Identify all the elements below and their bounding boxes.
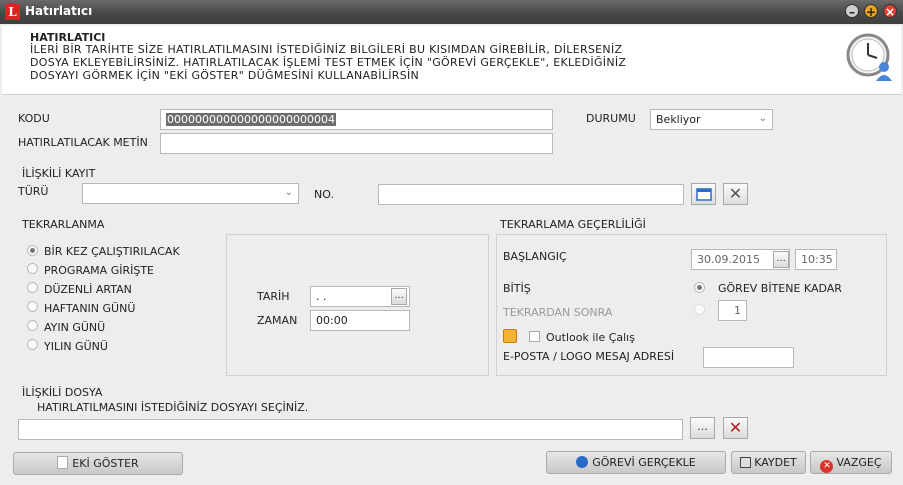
kaydet-button[interactable]: KAYDET — [731, 451, 806, 474]
eki-goster-label: EKİ GÖSTER — [72, 457, 139, 470]
radio-yilin-gunu[interactable] — [27, 339, 38, 350]
zaman-label: ZAMAN — [257, 314, 298, 327]
iliskili-dosya-title: İLİŞKİLİ DOSYA — [22, 386, 103, 399]
radio-duzenli-artan[interactable] — [27, 282, 38, 293]
calendar-lookup-icon — [695, 188, 712, 201]
tarih-picker-button[interactable]: ... — [391, 288, 407, 305]
outlook-label: Outlook ile Çalış — [546, 331, 635, 344]
gorev-bitene-kadar-label: GÖREV BİTENE KADAR — [718, 282, 842, 295]
baslangic-date-value: 30.09.2015 — [697, 253, 760, 266]
outlook-checkbox[interactable] — [529, 331, 540, 342]
radio-bir-kez[interactable] — [27, 245, 38, 256]
kodu-value: 000000000000000000000004 — [166, 113, 336, 126]
durumu-label: DURUMU — [586, 112, 636, 125]
gecerlilik-title: TEKRARLAMA GEÇERLİLİĞİ — [500, 218, 646, 231]
turu-label: TÜRÜ — [18, 185, 49, 198]
tarih-label: TARİH — [257, 290, 290, 303]
tekrarlanma-title: TEKRARLANMA — [22, 218, 105, 231]
tekrardan-sonra-input[interactable]: 1 — [718, 300, 747, 321]
dosya-input[interactable] — [18, 419, 683, 440]
durumu-value: Bekliyor — [656, 113, 701, 126]
kodu-input[interactable]: 000000000000000000000004 — [160, 109, 553, 130]
window-title: Hatırlatıcı — [25, 4, 93, 18]
record-lookup-button[interactable] — [691, 183, 716, 205]
vazgec-button[interactable]: ✕ VAZGEÇ — [810, 451, 892, 474]
chevron-down-icon: ⌄ — [284, 187, 293, 198]
header-line-3: DOSYAYI GÖRMEK İÇİN "EKİ GÖSTER" DÜĞMESİ… — [30, 69, 420, 82]
app-logo-icon: L — [5, 4, 20, 20]
vazgec-label: VAZGEÇ — [836, 456, 882, 469]
header-line-1: İLERİ BİR TARİHTE SİZE HATIRLATILMASINI … — [30, 43, 623, 56]
iliskili-kayit-title: İLİŞKİLİ KAYIT — [22, 167, 96, 180]
dosya-browse-button[interactable]: ... — [690, 417, 715, 439]
eposta-input[interactable] — [703, 347, 794, 368]
save-disk-icon — [740, 457, 752, 468]
gorevi-gercekle-label: GÖREVİ GERÇEKLE — [592, 456, 696, 469]
radio-ayin-gunu[interactable] — [27, 320, 38, 331]
no-label: NO. — [314, 188, 334, 201]
turu-select[interactable]: ⌄ — [82, 183, 299, 204]
option-bir-kez: BİR KEZ ÇALIŞTIRILACAK — [44, 245, 180, 258]
option-duzenli-artan: DÜZENLİ ARTAN — [44, 283, 132, 296]
option-yilin-gunu: YILIN GÜNÜ — [44, 340, 108, 353]
metin-label: HATIRLATILACAK METİN — [18, 136, 148, 149]
outlook-clock-icon — [503, 329, 517, 343]
eki-goster-button[interactable]: EKİ GÖSTER — [13, 452, 183, 475]
option-haftanin-gunu: HAFTANIN GÜNÜ — [44, 302, 136, 315]
execute-globe-icon — [576, 456, 589, 468]
header-line-2: DOSYA EKLEYEBİLİRSİNİZ. HATIRLATILACAK İ… — [30, 56, 627, 69]
info-header: HATIRLATICI İLERİ BİR TARİHTE SİZE HATIR… — [2, 26, 901, 95]
baslangic-label: BAŞLANGIÇ — [503, 250, 567, 263]
clear-x-icon: ✕ — [728, 418, 743, 437]
option-ayin-gunu: AYIN GÜNÜ — [44, 321, 106, 334]
document-icon — [57, 456, 69, 469]
baslangic-time-input[interactable]: 10:35 — [795, 249, 837, 270]
clear-record-button[interactable]: ✕ — [723, 183, 748, 205]
reminder-clock-icon — [846, 33, 892, 81]
kodu-label: KODU — [18, 112, 50, 125]
maximize-icon[interactable]: + — [864, 4, 878, 19]
option-programa-giriste: PROGRAMA GİRİŞTE — [44, 264, 154, 277]
iliskili-dosya-hint: HATIRLATILMASINI İSTEDİĞİNİZ DOSYAYI SEÇ… — [37, 401, 309, 414]
radio-haftanin-gunu[interactable] — [27, 301, 38, 312]
eposta-label: E-POSTA / LOGO MESAJ ADRESİ — [503, 350, 675, 363]
close-icon[interactable]: × — [883, 4, 897, 19]
title-bar: L Hatırlatıcı – + × — [0, 0, 903, 24]
kaydet-label: KAYDET — [754, 456, 797, 469]
chevron-down-icon: ⌄ — [758, 113, 767, 124]
tekrardan-sonra-label: TEKRARDAN SONRA — [503, 306, 613, 319]
radio-tekrardan-sonra[interactable] — [694, 304, 705, 315]
cancel-icon: ✕ — [820, 460, 834, 473]
clear-x-icon: ✕ — [728, 184, 743, 203]
zaman-input[interactable]: 00:00 — [310, 310, 410, 331]
metin-input[interactable] — [160, 133, 553, 154]
no-input[interactable] — [378, 184, 684, 205]
durumu-select[interactable]: Bekliyor ⌄ — [650, 109, 773, 130]
bitis-label: BİTİŞ — [503, 282, 531, 295]
minimize-icon[interactable]: – — [845, 4, 859, 19]
radio-gorev-bitene-kadar[interactable] — [694, 282, 705, 293]
clear-dosya-button[interactable]: ✕ — [723, 417, 748, 439]
gorevi-gercekle-button[interactable]: GÖREVİ GERÇEKLE — [546, 451, 726, 474]
radio-programa-giriste[interactable] — [27, 263, 38, 274]
tarih-value: . . — [316, 290, 327, 303]
baslangic-picker-button[interactable]: ... — [773, 251, 789, 268]
